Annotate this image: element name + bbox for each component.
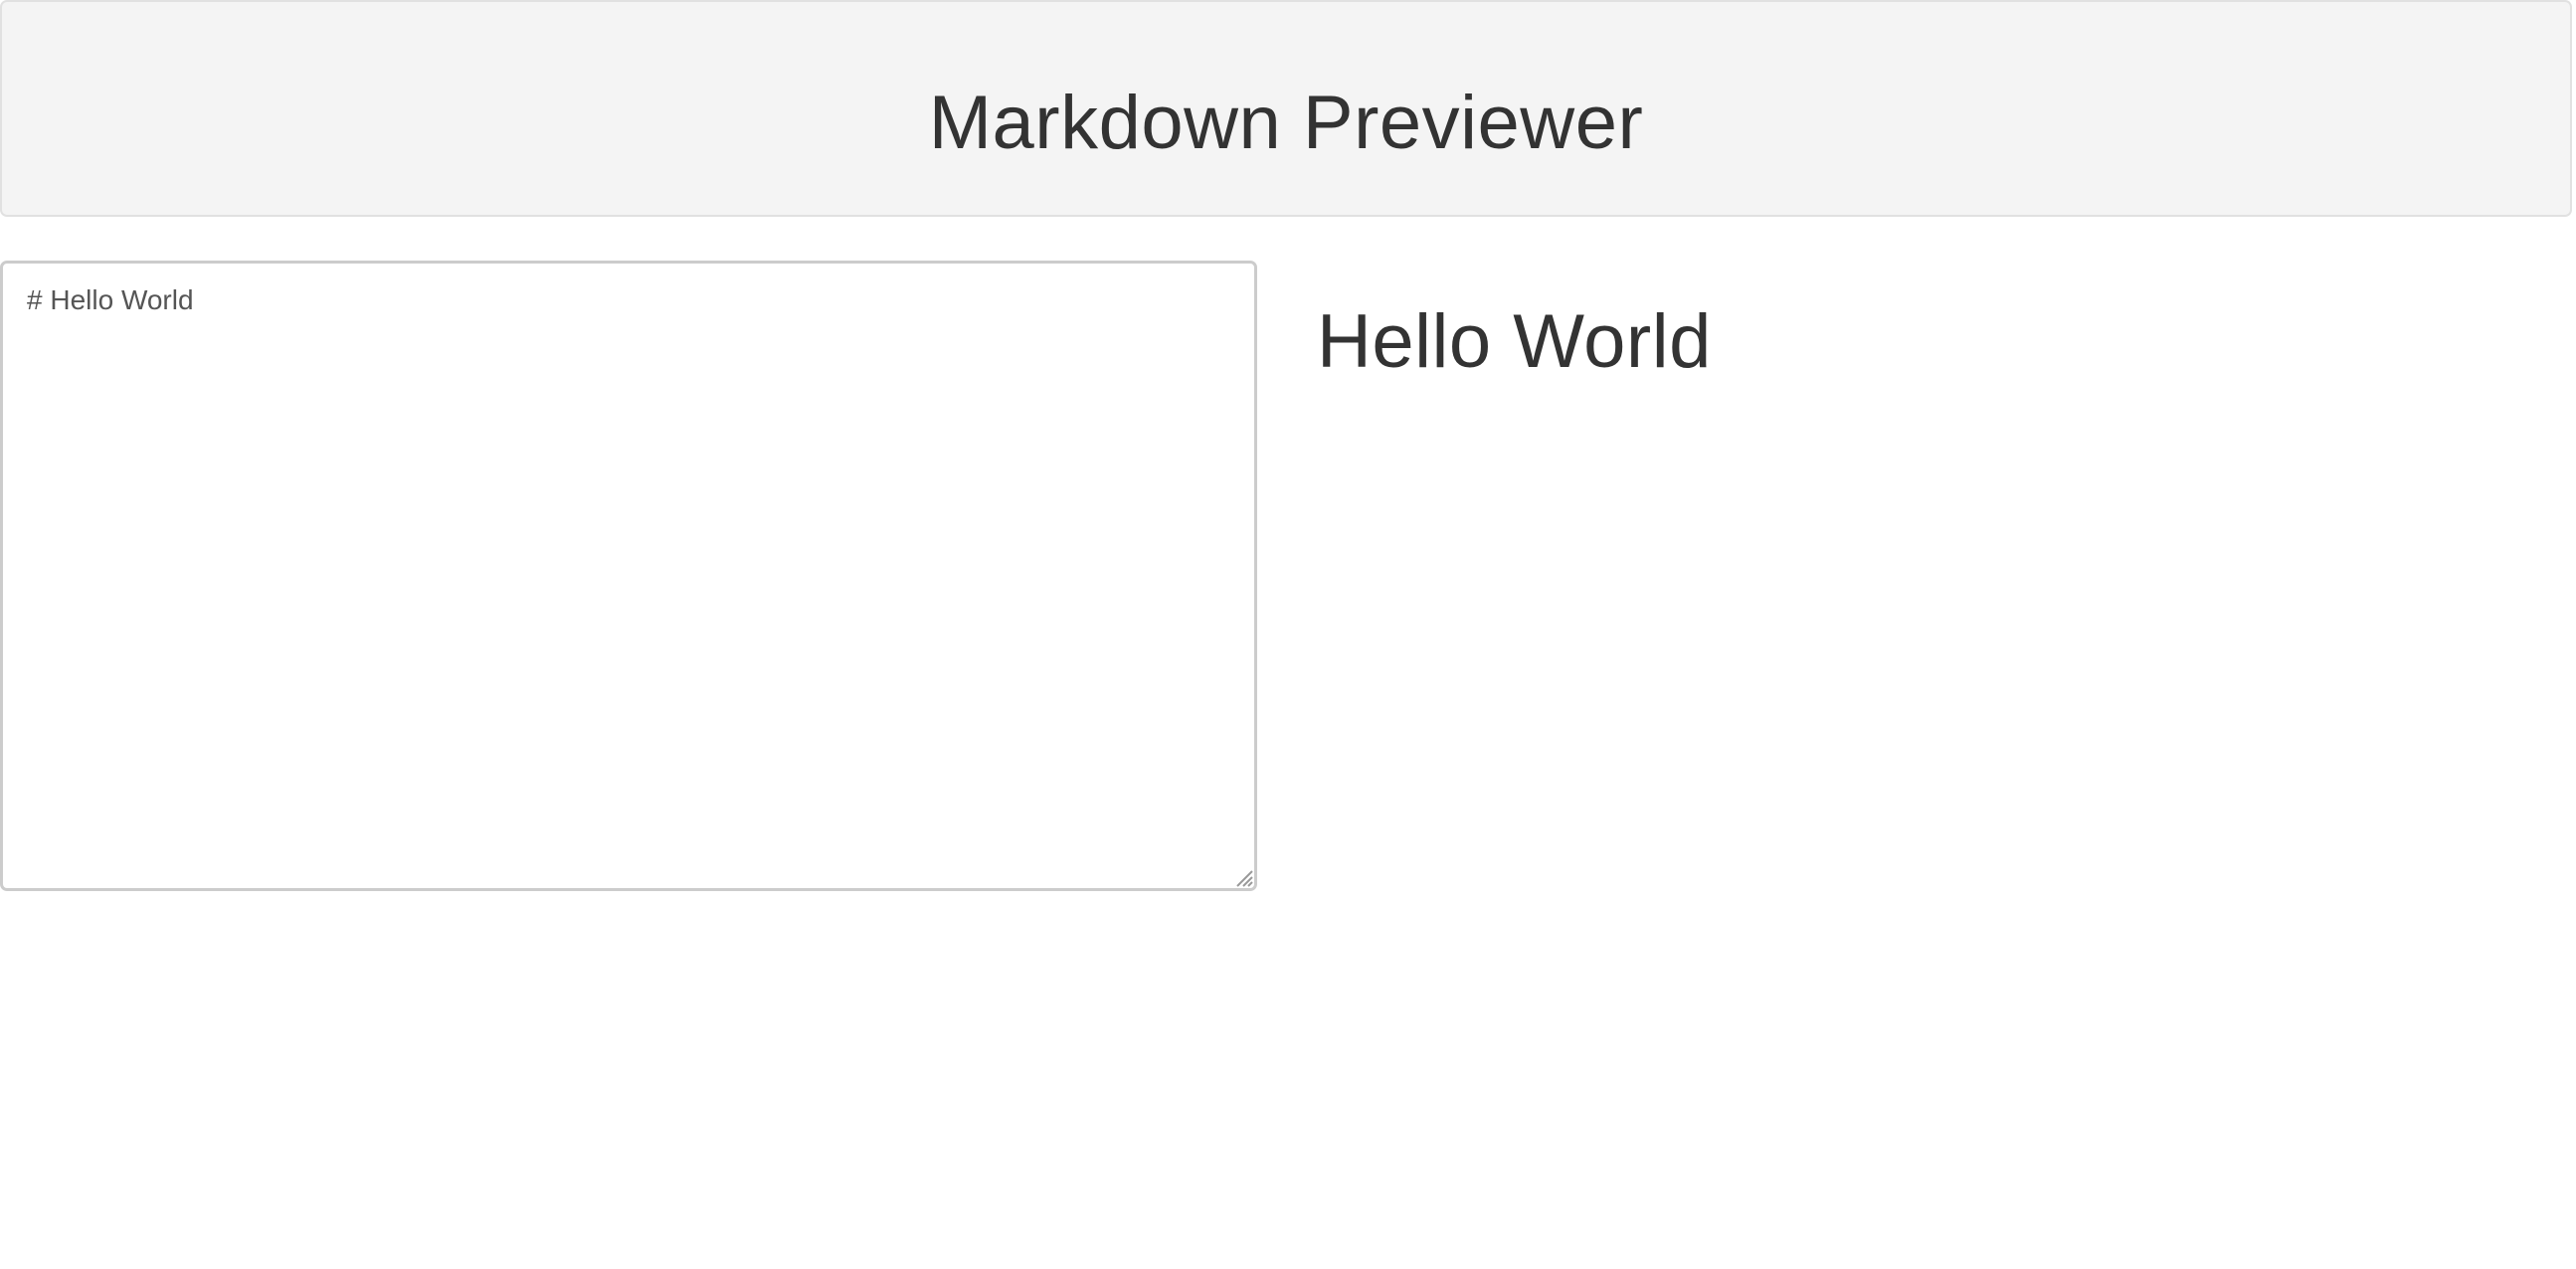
preview-heading: Hello World <box>1317 299 1712 384</box>
header-bar: Markdown Previewer <box>0 0 2572 217</box>
resize-grip-icon-graphic <box>1236 870 1253 887</box>
markdown-editor-panel: # Hello World <box>0 261 1257 891</box>
markdown-input[interactable]: # Hello World <box>0 261 1257 891</box>
page-title: Markdown Previewer <box>928 81 1644 165</box>
resize-grip-icon[interactable] <box>1233 867 1253 887</box>
markdown-preview-panel: Hello World <box>1317 261 2540 891</box>
